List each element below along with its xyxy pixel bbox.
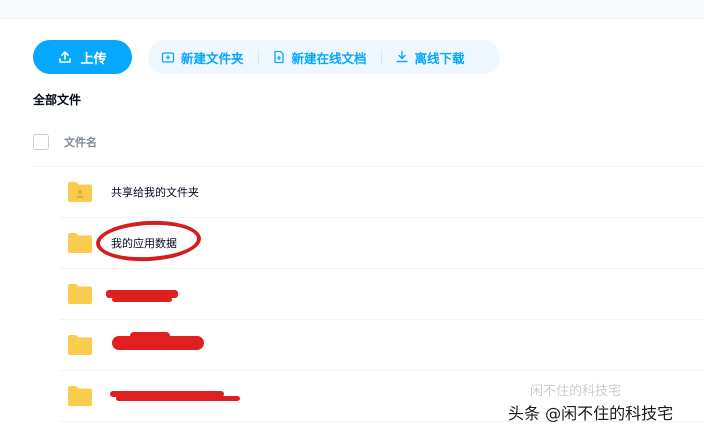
upload-button[interactable]: 上传 — [33, 40, 132, 74]
redaction-mark — [112, 297, 172, 302]
breadcrumb[interactable]: 全部文件 — [33, 91, 81, 108]
column-header-filename[interactable]: 文件名 — [64, 134, 97, 150]
folder-icon — [68, 386, 92, 406]
upload-label: 上传 — [80, 51, 107, 67]
top-bar — [0, 0, 704, 19]
new-folder-label: 新建文件夹 — [181, 50, 244, 66]
redaction-mark — [116, 396, 240, 401]
upload-icon — [59, 51, 72, 63]
new-online-doc-button[interactable]: 新建在线文档 — [259, 48, 367, 67]
folder-icon — [68, 233, 92, 253]
offline-download-label: 离线下载 — [414, 50, 465, 66]
table-header: 文件名 — [33, 130, 704, 167]
folder-icon — [68, 284, 92, 304]
download-icon — [395, 50, 408, 63]
toolbar-actions: 新建文件夹 新建在线文档 离线下载 — [148, 40, 500, 74]
redaction-mark — [130, 332, 170, 340]
offline-download-button[interactable]: 离线下载 — [382, 48, 465, 67]
file-name[interactable]: 共享给我的文件夹 — [111, 184, 199, 200]
folder-icon — [68, 335, 92, 355]
table-row[interactable]: 共享给我的文件夹 — [60, 167, 704, 218]
new-folder-button[interactable]: 新建文件夹 — [148, 48, 244, 67]
watermark: 头条 @闲不住的科技宅 — [508, 404, 674, 423]
add-folder-icon — [161, 52, 175, 63]
new-online-doc-label: 新建在线文档 — [291, 50, 367, 66]
table-row[interactable] — [60, 320, 704, 371]
shared-folder-icon — [68, 182, 92, 202]
select-all-checkbox[interactable] — [33, 134, 49, 150]
table-row[interactable] — [60, 269, 704, 320]
add-document-icon — [273, 50, 284, 64]
watermark-ghost: 闲不住的科技宅 — [530, 384, 622, 399]
